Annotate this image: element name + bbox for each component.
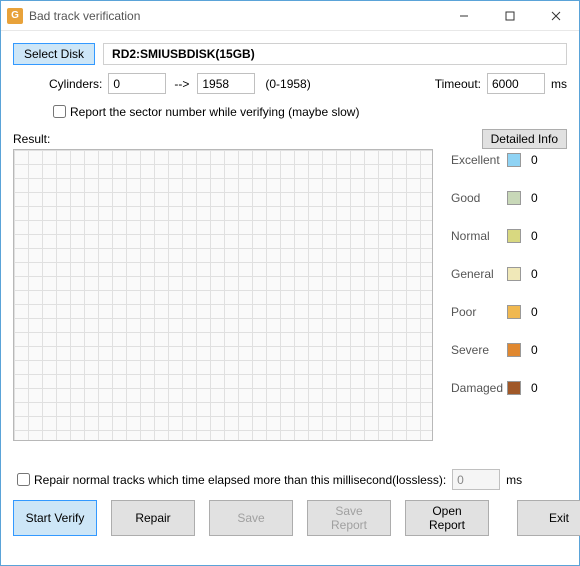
legend-count: 0 [531, 153, 543, 167]
legend-swatch [507, 191, 521, 205]
maximize-button[interactable] [487, 1, 533, 30]
select-disk-button[interactable]: Select Disk [13, 43, 95, 65]
legend-label: Excellent [451, 153, 507, 167]
legend-row-excellent: Excellent 0 [451, 153, 567, 167]
legend-count: 0 [531, 343, 543, 357]
legend-label: Good [451, 191, 507, 205]
repair-ms-input [452, 469, 500, 490]
cylinder-arrow: --> [174, 77, 189, 91]
legend-label: General [451, 267, 507, 281]
repair-normal-checkbox[interactable] [17, 473, 30, 486]
legend-label: Normal [451, 229, 507, 243]
title-bar: G Bad track verification [1, 1, 579, 31]
result-label: Result: [13, 132, 50, 146]
legend-count: 0 [531, 267, 543, 281]
timeout-unit: ms [551, 77, 567, 91]
legend-row-normal: Normal 0 [451, 229, 567, 243]
selected-disk-label: RD2:SMIUSBDISK(15GB) [103, 43, 567, 65]
timeout-input[interactable] [487, 73, 545, 94]
legend: Excellent0Good0Normal0General0Poor0Sever… [433, 149, 567, 441]
window-title: Bad track verification [29, 9, 441, 23]
save-button: Save [209, 500, 293, 536]
report-sector-checkbox[interactable] [53, 105, 66, 118]
legend-count: 0 [531, 229, 543, 243]
cylinder-range-label: (0-1958) [265, 77, 310, 91]
legend-count: 0 [531, 191, 543, 205]
legend-label: Severe [451, 343, 507, 357]
legend-row-damaged: Damaged 0 [451, 381, 567, 395]
open-report-button[interactable]: Open Report [405, 500, 489, 536]
legend-swatch [507, 267, 521, 281]
window-controls [441, 1, 579, 30]
minimize-button[interactable] [441, 1, 487, 30]
legend-swatch [507, 305, 521, 319]
legend-row-poor: Poor 0 [451, 305, 567, 319]
legend-count: 0 [531, 305, 543, 319]
exit-button[interactable]: Exit [517, 500, 580, 536]
legend-label: Damaged [451, 381, 507, 395]
legend-swatch [507, 381, 521, 395]
legend-label: Poor [451, 305, 507, 319]
detailed-info-button[interactable]: Detailed Info [482, 129, 567, 149]
legend-swatch [507, 153, 521, 167]
result-grid [13, 149, 433, 441]
cylinder-from-input[interactable] [108, 73, 166, 94]
repair-normal-label: Repair normal tracks which time elapsed … [34, 473, 446, 487]
cylinder-to-input[interactable] [197, 73, 255, 94]
cylinders-label: Cylinders: [49, 77, 102, 91]
report-sector-label: Report the sector number while verifying… [70, 105, 359, 119]
app-icon: G [7, 8, 23, 24]
legend-count: 0 [531, 381, 543, 395]
legend-swatch [507, 343, 521, 357]
start-verify-button[interactable]: Start Verify [13, 500, 97, 536]
legend-row-severe: Severe 0 [451, 343, 567, 357]
legend-row-general: General 0 [451, 267, 567, 281]
repair-ms-unit: ms [506, 473, 522, 487]
save-report-button: Save Report [307, 500, 391, 536]
legend-row-good: Good 0 [451, 191, 567, 205]
timeout-label: Timeout: [435, 77, 481, 91]
close-button[interactable] [533, 1, 579, 30]
legend-swatch [507, 229, 521, 243]
repair-button[interactable]: Repair [111, 500, 195, 536]
